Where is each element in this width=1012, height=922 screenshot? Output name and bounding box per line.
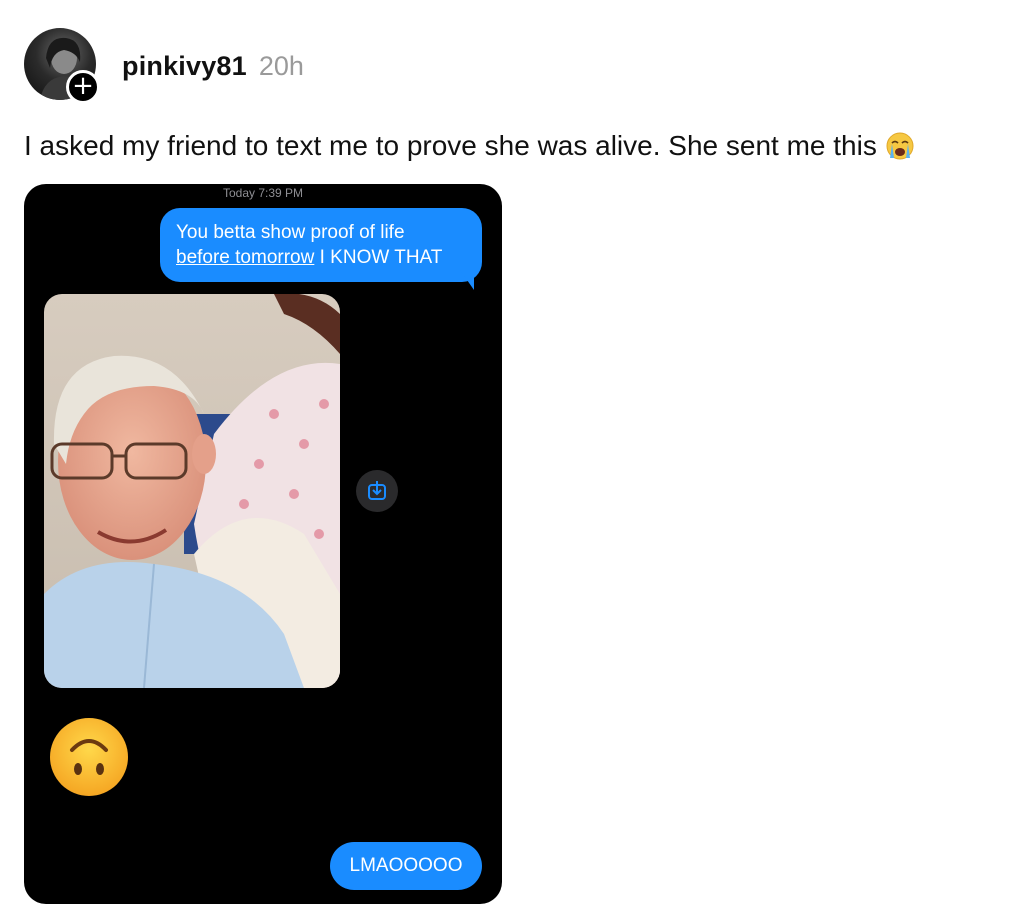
received-photo[interactable] bbox=[44, 294, 340, 688]
message-trailing-text: I KNOW THAT bbox=[314, 247, 443, 268]
outgoing-message-bubble: You betta show proof of life before tomo… bbox=[160, 208, 482, 282]
download-to-photos-icon bbox=[368, 481, 386, 500]
thread-timestamp: Today 7:39 PM bbox=[222, 186, 304, 200]
avatar-container[interactable]: + bbox=[24, 28, 100, 104]
follow-plus-button[interactable]: + bbox=[66, 70, 100, 104]
post-caption: I asked my friend to text me to prove sh… bbox=[24, 130, 915, 162]
post-timestamp: 20h bbox=[258, 50, 304, 81]
upside-down-face-icon bbox=[50, 718, 128, 796]
username[interactable]: pinkivy81 bbox=[122, 51, 247, 82]
photo-image bbox=[44, 294, 340, 688]
post-header: + pinkivy81 20h bbox=[24, 28, 304, 104]
save-photo-button[interactable] bbox=[356, 470, 398, 512]
message-line-2: before tomorrow I KNOW THAT bbox=[176, 245, 466, 270]
message-line-1: You betta show proof of life bbox=[176, 222, 405, 243]
message-link-text[interactable]: before tomorrow bbox=[176, 247, 314, 268]
imessage-screenshot: Today 7:39 PM You betta show proof of li… bbox=[24, 184, 502, 904]
caption-text: I asked my friend to text me to prove sh… bbox=[24, 130, 877, 161]
loudly-crying-face-icon bbox=[886, 132, 914, 160]
outgoing-message-lmao: LMAOOOOO bbox=[330, 842, 482, 890]
